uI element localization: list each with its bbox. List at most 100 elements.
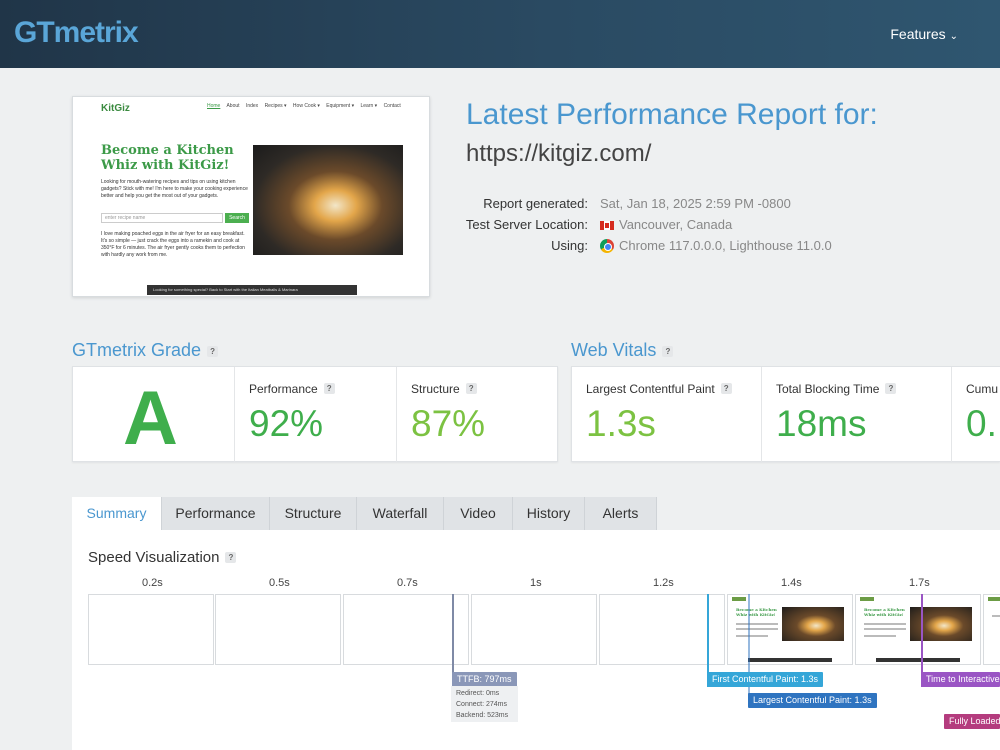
timeline-tick: 1.7s: [909, 577, 930, 589]
mini-text-line: [864, 623, 906, 625]
timeline-tick: 0.5s: [269, 577, 290, 589]
grade-letter: A: [123, 376, 178, 461]
fully-loaded-marker[interactable]: Fully Loaded: [944, 714, 1000, 729]
gtmetrix-logo[interactable]: GTmetrix: [14, 16, 139, 50]
help-icon[interactable]: ?: [885, 383, 897, 394]
tbt-cell: Total Blocking Time? 18ms: [762, 367, 952, 463]
cls-value: 0.: [966, 403, 997, 444]
timeline-tick: 1.4s: [781, 577, 802, 589]
web-vitals-title: Web Vitals?: [571, 340, 674, 361]
tab-alerts[interactable]: Alerts: [585, 497, 657, 530]
report-url[interactable]: https://kitgiz.com/: [466, 140, 651, 168]
lcp-cell: Largest Contentful Paint? 1.3s: [572, 367, 762, 463]
mini-photo: [782, 607, 844, 641]
fcp-marker[interactable]: First Contentful Paint: 1.3s: [707, 672, 824, 687]
mini-site-logo: [732, 597, 746, 601]
site-nav-item: Recipes ▾: [264, 103, 287, 109]
ttfb-breakdown: Redirect: 0ms Connect: 274ms Backend: 52…: [451, 686, 518, 722]
filmstrip-frame[interactable]: [343, 594, 469, 665]
tab-structure[interactable]: Structure: [270, 497, 357, 530]
ttfb-backend: Backend: 523ms: [456, 712, 509, 719]
performance-cell: Performance? 92%: [235, 367, 397, 463]
site-nav-item: About: [226, 103, 240, 109]
filmstrip-frame[interactable]: [983, 594, 1000, 665]
location-row: Vancouver, Canada: [600, 214, 832, 235]
generated-label: Report generated:: [483, 196, 588, 211]
tbt-label: Total Blocking Time: [776, 382, 880, 396]
grade-card: A Performance? 92% Structure? 87%: [72, 366, 559, 463]
features-label: Features: [890, 26, 946, 42]
top-nav-bar: GTmetrix Features ⌄: [0, 0, 1000, 68]
tbt-value: 18ms: [776, 403, 867, 444]
ttfb-connect: Connect: 274ms: [456, 701, 507, 708]
mini-photo: [910, 607, 972, 641]
performance-label-row: Performance?: [249, 382, 335, 396]
mini-headline: Become a Kitchen Whiz with KitGiz!: [736, 607, 777, 617]
help-icon[interactable]: ?: [465, 383, 477, 394]
site-nav-item: Contact: [383, 103, 401, 109]
mini-text-line: [736, 635, 768, 637]
mini-bottom-bar: [748, 658, 832, 662]
site-headline: Become a Kitchen Whiz with KitGiz!: [101, 143, 234, 173]
cls-label: Cumu: [966, 382, 999, 396]
summary-panel: Speed Visualization? 0.2s 0.5s 0.7s 1s 1…: [72, 530, 1000, 750]
using-label: Using:: [551, 238, 588, 253]
lcp-value: 1.3s: [586, 403, 656, 444]
lcp-marker[interactable]: Largest Contentful Paint: 1.3s: [748, 693, 877, 708]
help-icon[interactable]: ?: [323, 383, 335, 394]
mini-text-line: [992, 615, 1000, 617]
tab-performance[interactable]: Performance: [162, 497, 270, 530]
help-icon[interactable]: ?: [720, 383, 732, 394]
mini-bottom-bar: [876, 658, 960, 662]
filmstrip-frame[interactable]: [215, 594, 341, 665]
tti-marker[interactable]: Time to Interactive: [921, 672, 1000, 687]
page-screenshot-thumbnail[interactable]: KitGiz Home About Index Recipes ▾ How Co…: [72, 96, 430, 297]
report-meta-values: Sat, Jan 18, 2025 2:59 PM -0800 Vancouve…: [600, 193, 832, 256]
structure-label: Structure: [411, 382, 460, 396]
tab-history[interactable]: History: [513, 497, 585, 530]
generated-value: Sat, Jan 18, 2025 2:59 PM -0800: [600, 196, 791, 211]
performance-label: Performance: [249, 382, 318, 396]
timeline-tick: 0.2s: [142, 577, 163, 589]
site-bottom-bar: Looking for something special? Back to S…: [147, 285, 357, 295]
report-meta-labels: Report generated: Test Server Location: …: [440, 193, 588, 256]
help-icon[interactable]: ?: [662, 346, 674, 357]
grade-cell: A: [73, 367, 235, 463]
features-menu[interactable]: Features ⌄: [890, 26, 958, 42]
ttfb-marker[interactable]: TTFB: 797ms: [452, 672, 517, 687]
ttfb-redirect: Redirect: 0ms: [456, 690, 500, 697]
mini-site-logo: [860, 597, 874, 601]
lcp-label: Largest Contentful Paint: [586, 382, 715, 396]
using-value: Chrome 117.0.0.0, Lighthouse 11.0.0: [619, 238, 832, 253]
help-icon[interactable]: ?: [207, 346, 219, 357]
structure-value: 87%: [411, 403, 486, 444]
filmstrip-frame[interactable]: [88, 594, 214, 665]
site-nav-item: Equipment ▾: [326, 103, 355, 109]
timeline-tick: 1s: [530, 577, 542, 589]
site-nav-item: Learn ▾: [360, 103, 378, 109]
help-icon[interactable]: ?: [225, 552, 237, 563]
site-intro: Looking for mouth-watering recipes and t…: [101, 179, 248, 199]
mini-text-line: [864, 635, 896, 637]
filmstrip-frame[interactable]: Become a Kitchen Whiz with KitGiz!: [855, 594, 981, 665]
structure-cell: Structure? 87%: [397, 367, 559, 463]
mini-headline: Become a Kitchen Whiz with KitGiz!: [864, 607, 905, 617]
mini-site-logo: [988, 597, 1000, 601]
location-label: Test Server Location:: [465, 217, 588, 232]
using-row: Chrome 117.0.0.0, Lighthouse 11.0.0: [600, 235, 832, 256]
tab-video[interactable]: Video: [444, 497, 513, 530]
report-title: Latest Performance Report for:: [466, 98, 878, 131]
lcp-label-row: Largest Contentful Paint?: [586, 382, 732, 396]
canada-flag-icon: [600, 221, 614, 230]
site-logo: KitGiz: [101, 103, 130, 114]
web-vitals-card: Largest Contentful Paint? 1.3s Total Blo…: [571, 366, 1000, 463]
tbt-label-row: Total Blocking Time?: [776, 382, 897, 396]
tab-waterfall[interactable]: Waterfall: [357, 497, 444, 530]
tab-summary[interactable]: Summary: [72, 497, 162, 530]
site-nav-item: Index: [245, 103, 259, 109]
chrome-icon: [600, 239, 614, 253]
filmstrip-frame[interactable]: [471, 594, 597, 665]
cls-cell: Cumu 0.: [952, 367, 1000, 463]
mini-text-line: [864, 628, 906, 630]
filmstrip-frame[interactable]: Become a Kitchen Whiz with KitGiz!: [727, 594, 853, 665]
